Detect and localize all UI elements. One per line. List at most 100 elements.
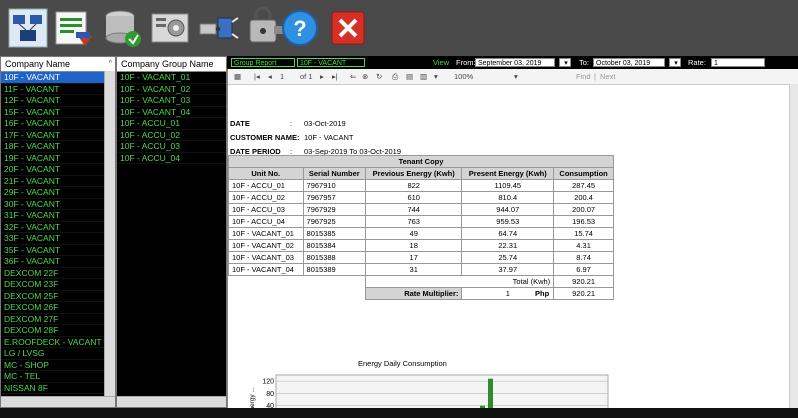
amount-value: 920.21 <box>553 287 614 300</box>
column-header: Previous Energy (Kwh) <box>365 167 463 180</box>
company-list-item[interactable]: 18F - VACANT <box>1 141 115 153</box>
company-list-item[interactable]: DEXCOM 28F <box>1 325 115 337</box>
company-list-item[interactable]: 32F - VACANT <box>1 222 115 233</box>
to-calendar-icon[interactable]: ▾ <box>669 58 681 67</box>
company-list-item[interactable]: DEXCOM 23F <box>1 279 115 291</box>
company-list-item[interactable]: 36F - VACANT <box>1 256 115 268</box>
to-date-input[interactable]: October 03, 2019 <box>593 58 665 67</box>
company-list-item[interactable]: 31F - VACANT <box>1 210 115 222</box>
viewer-vscroll[interactable] <box>789 84 798 418</box>
computer-network-icon[interactable] <box>6 6 50 50</box>
refresh-icon[interactable]: ↻ <box>376 69 382 84</box>
rate-input[interactable]: 1 <box>711 58 765 67</box>
group-list-hscroll[interactable] <box>117 396 226 407</box>
company-list-item[interactable]: E.ROOFDECK - VACANT <box>1 337 115 348</box>
company-list-item[interactable]: 20F - VACANT <box>1 164 115 176</box>
export-icon[interactable]: ▾ <box>434 69 438 84</box>
settings-panel-icon[interactable] <box>148 6 192 50</box>
table-cell-serial: 8015385 <box>302 227 367 240</box>
next-page-icon[interactable]: ▸ <box>320 69 324 84</box>
company-group-list-item[interactable]: 10F - VACANT_04 <box>117 107 226 118</box>
company-list-item[interactable]: DEXCOM 27F <box>1 314 115 325</box>
company-list-item[interactable]: DEXCOM 25F <box>1 291 115 302</box>
company-list-item[interactable]: 12F - VACANT <box>1 95 115 107</box>
company-list-item[interactable]: 35F - VACANT <box>1 245 115 256</box>
company-list-hscroll[interactable] <box>1 396 115 407</box>
view-button[interactable]: View <box>433 56 449 69</box>
database-icon[interactable] <box>100 6 144 50</box>
from-calendar-icon[interactable]: ▾ <box>559 58 571 67</box>
company-group-list-item[interactable]: 10F - ACCU_04 <box>117 153 226 164</box>
viewer-grid-icon[interactable]: ▦ <box>234 69 241 84</box>
company-group-list-item[interactable]: 10F - ACCU_03 <box>117 141 226 153</box>
rate-multiplier-value: 1 <box>505 289 510 298</box>
company-group-list[interactable]: Company Group Name 10F - VACANT_01 10F - … <box>116 56 227 408</box>
company-list-item[interactable]: 17F - VACANT <box>1 130 115 141</box>
plug-connect-icon[interactable] <box>196 6 240 50</box>
table-cell-cons: 200.07 <box>553 203 614 216</box>
print-icon[interactable]: ⎙ <box>392 69 398 84</box>
zoom-dropdown-icon[interactable]: ▾ <box>514 69 518 84</box>
company-list-item[interactable]: 15F - VACANT <box>1 107 115 118</box>
company-group-list-item[interactable]: 10F - VACANT_03 <box>117 95 226 107</box>
column-header: Present Energy (Kwh) <box>461 167 555 180</box>
table-cell-cons: 4.31 <box>553 239 614 252</box>
table-cell-prev: 822 <box>365 179 463 192</box>
stop-icon[interactable]: ⊗ <box>362 69 368 84</box>
from-date-input[interactable]: September 03, 2019 <box>475 58 555 67</box>
print-layout-icon[interactable]: ▤ <box>406 69 413 84</box>
zoom-select[interactable]: 100% <box>454 69 473 84</box>
company-group-header[interactable]: Company Group Name <box>117 57 226 72</box>
company-list-item[interactable]: 30F - VACANT <box>1 199 115 210</box>
first-page-icon[interactable]: |◂ <box>254 69 260 84</box>
table-cell-unit: 10F - VACANT_02 <box>228 239 304 252</box>
column-header: Unit No. <box>228 167 304 180</box>
table-cell-prev: 17 <box>365 251 463 264</box>
company-select-value: 10F - VACANT <box>300 60 347 67</box>
table-cell-present: 810.4 <box>461 191 555 204</box>
company-list-item[interactable]: DEXCOM 26F <box>1 302 115 314</box>
table-cell-cons: 200.4 <box>553 191 614 204</box>
report-type-select[interactable]: Group Report <box>231 58 295 67</box>
company-list-item[interactable]: MC - SHOP <box>1 360 115 371</box>
company-name-list[interactable]: Company Name ^ 10F - VACANT 11F - VACANT 1… <box>0 56 116 408</box>
find-link[interactable]: Find <box>576 69 591 84</box>
company-list-item[interactable]: 29F - VACANT <box>1 187 115 199</box>
help-icon[interactable]: ? <box>278 6 322 50</box>
page-current[interactable]: 1 <box>280 69 284 84</box>
table-cell-prev: 744 <box>365 203 463 216</box>
next-link[interactable]: Next <box>600 69 615 84</box>
company-group-list-item[interactable]: 10F - VACANT_01 <box>117 72 226 84</box>
last-page-icon[interactable]: ▸| <box>332 69 338 84</box>
company-list-item[interactable]: 11F - VACANT <box>1 84 115 95</box>
close-icon[interactable] <box>326 6 370 50</box>
chart-report-icon[interactable] <box>52 6 96 50</box>
company-group-list-item[interactable]: 10F - VACANT_02 <box>117 84 226 95</box>
company-list-item[interactable]: MC - TEL <box>1 371 115 383</box>
company-name-header[interactable]: Company Name ^ <box>1 57 115 72</box>
company-list-item[interactable]: 16F - VACANT <box>1 118 115 130</box>
company-list-item[interactable]: 21F - VACANT <box>1 176 115 187</box>
consumption-table: Tenant Copy Unit No. Serial Number Previou… <box>228 155 614 300</box>
table-cell-cons: 15.74 <box>553 227 614 240</box>
company-group-list-item[interactable]: 10F - ACCU_02 <box>117 130 226 141</box>
company-list-item[interactable]: 33F - VACANT <box>1 233 115 245</box>
company-list-item[interactable]: NISSAN 8F <box>1 383 115 394</box>
table-cell-serial: 7967929 <box>302 203 367 216</box>
page-setup-icon[interactable]: ▥ <box>420 69 427 84</box>
viewer-toolbar: ▦ |◂ ◂ 1 of 1 ▸ ▸| ⇐ ⊗ ↻ ⎙ ▤ ▥ ▾ 100% ▾ … <box>228 69 798 85</box>
table-cell-unit: 10F - ACCU_02 <box>228 191 304 204</box>
table-cell-prev: 610 <box>365 191 463 204</box>
table-cell-present: 1109.45 <box>461 179 555 192</box>
company-list-item[interactable]: LG / LVSG <box>1 348 115 360</box>
company-group-list-item[interactable]: 10F - ACCU_01 <box>117 118 226 130</box>
company-list-item[interactable]: DEXCOM 22F <box>1 268 115 279</box>
company-list-item[interactable]: 19F - VACANT <box>1 153 115 164</box>
company-list-item[interactable]: 10F - VACANT <box>1 72 115 84</box>
company-list-vscroll[interactable] <box>104 71 115 397</box>
back-icon[interactable]: ⇐ <box>350 69 356 84</box>
company-select[interactable]: 10F - VACANT <box>297 58 365 67</box>
rate-multiplier-cell: 1 Php <box>461 287 555 300</box>
prev-page-icon[interactable]: ◂ <box>268 69 272 84</box>
table-row: 10F - ACCU_04 7967925 763 959.53 196.53 <box>228 215 614 228</box>
